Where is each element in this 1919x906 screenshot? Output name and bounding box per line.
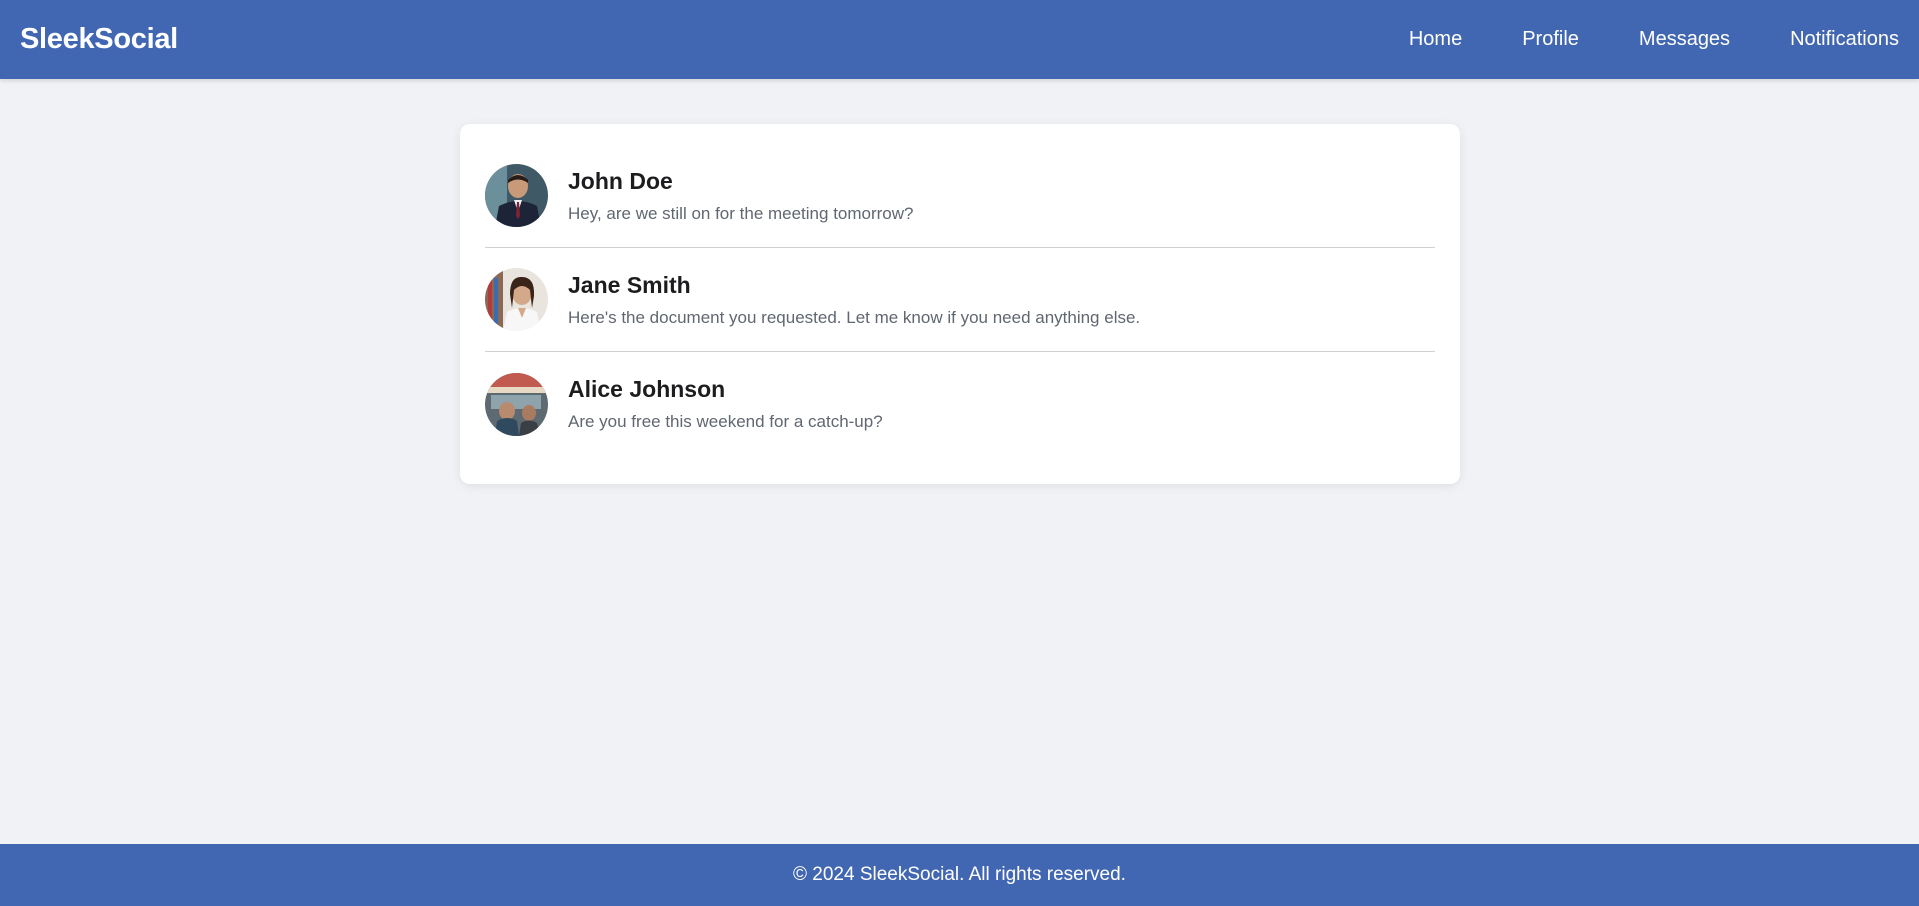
- sender-name: Jane Smith: [568, 271, 691, 298]
- message-body: John Doe Hey, are we still on for the me…: [568, 168, 914, 224]
- avatar-photo: [485, 268, 548, 331]
- message-item-alice-johnson[interactable]: Alice Johnson Are you free this weekend …: [485, 352, 1435, 456]
- sender-name: Alice Johnson: [568, 376, 726, 402]
- avatar[interactable]: [485, 164, 548, 227]
- message-preview: Are you free this weekend for a catch-up…: [568, 412, 883, 431]
- avatar[interactable]: [485, 268, 548, 331]
- messages-card: John Doe Hey, are we still on for the me…: [460, 124, 1460, 484]
- message-preview: Hey, are we still on for the meeting tom…: [568, 203, 914, 223]
- message-item-jane-smith[interactable]: Jane Smith Here's the document you reque…: [485, 248, 1435, 352]
- nav-messages[interactable]: Messages: [1639, 28, 1730, 51]
- avatar-photo: [485, 372, 548, 436]
- nav-profile[interactable]: Profile: [1522, 28, 1579, 51]
- page-footer: © 2024 SleekSocial. All rights reserved.: [0, 844, 1919, 906]
- message-body: Jane Smith Here's the document you reque…: [568, 272, 1140, 328]
- nav-home[interactable]: Home: [1409, 28, 1462, 51]
- avatar[interactable]: [485, 372, 548, 436]
- brand-logo[interactable]: SleekSocial: [20, 23, 178, 56]
- sender-name: John Doe: [568, 167, 673, 194]
- main-nav: Home Profile Messages Notifications: [1409, 28, 1899, 51]
- avatar-photo: [485, 164, 548, 227]
- message-item-john-doe[interactable]: John Doe Hey, are we still on for the me…: [485, 144, 1435, 248]
- top-nav-bar: SleekSocial Home Profile Messages Notifi…: [0, 0, 1919, 79]
- message-preview: Here's the document you requested. Let m…: [568, 307, 1141, 327]
- message-body: Alice Johnson Are you free this weekend …: [568, 376, 883, 432]
- footer-copyright: © 2024 SleekSocial. All rights reserved.: [793, 864, 1126, 885]
- nav-notifications[interactable]: Notifications: [1790, 28, 1899, 51]
